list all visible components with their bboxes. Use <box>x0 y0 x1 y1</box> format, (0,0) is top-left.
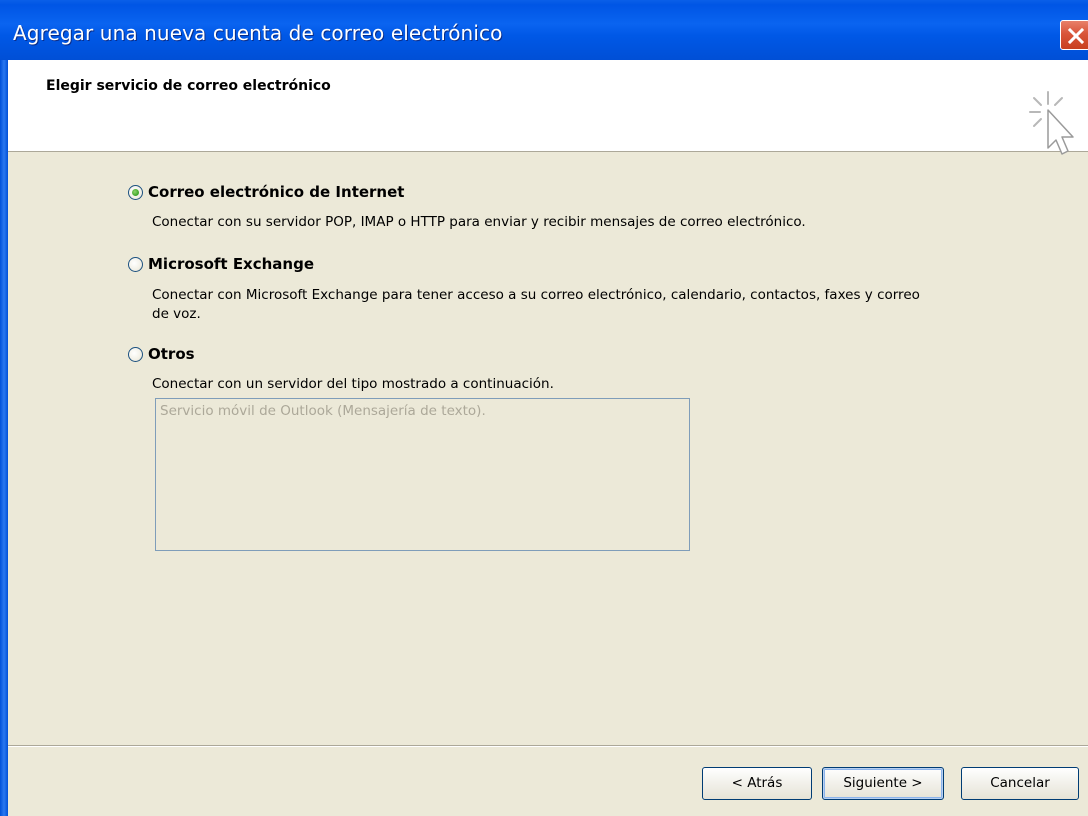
option-description-internet-email: Conectar con su servidor POP, IMAP o HTT… <box>152 214 806 230</box>
window-title: Agregar una nueva cuenta de correo elect… <box>13 21 503 45</box>
title-bar[interactable]: Agregar una nueva cuenta de correo elect… <box>0 0 1088 60</box>
radio-microsoft-exchange[interactable]: Microsoft Exchange <box>128 255 314 273</box>
page-title: Elegir servicio de correo electrónico <box>46 78 331 94</box>
radio-button-selected[interactable] <box>128 184 143 200</box>
option-label-otros: Otros <box>148 345 195 363</box>
radio-otros[interactable]: Otros <box>128 345 195 363</box>
radio-button[interactable] <box>128 346 143 362</box>
option-description-exchange-line1: Conectar con Microsoft Exchange para ten… <box>152 287 920 303</box>
other-services-list[interactable]: Servicio móvil de Outlook (Mensajería de… <box>155 398 690 551</box>
cancel-button[interactable]: Cancelar <box>961 767 1079 800</box>
option-description-exchange-line2: de voz. <box>152 306 201 322</box>
footer-divider <box>8 745 1088 747</box>
option-label-internet-email: Correo electrónico de Internet <box>148 183 405 201</box>
back-button[interactable]: < Atrás <box>702 767 812 800</box>
add-email-account-dialog: Agregar una nueva cuenta de correo elect… <box>0 0 1088 816</box>
radio-button[interactable] <box>128 256 143 272</box>
option-label-microsoft-exchange: Microsoft Exchange <box>148 255 315 273</box>
radio-internet-email[interactable]: Correo electrónico de Internet <box>128 183 404 201</box>
window-frame-left <box>0 60 8 816</box>
close-button[interactable] <box>1060 20 1088 50</box>
option-description-otros: Conectar con un servidor del tipo mostra… <box>152 376 554 392</box>
wizard-cursor-icon <box>1029 91 1074 155</box>
list-item[interactable]: Servicio móvil de Outlook (Mensajería de… <box>160 403 486 419</box>
next-button[interactable]: Siguiente > <box>822 767 944 800</box>
close-icon <box>1067 27 1085 45</box>
wizard-header: Elegir servicio de correo electrónico <box>8 60 1088 155</box>
